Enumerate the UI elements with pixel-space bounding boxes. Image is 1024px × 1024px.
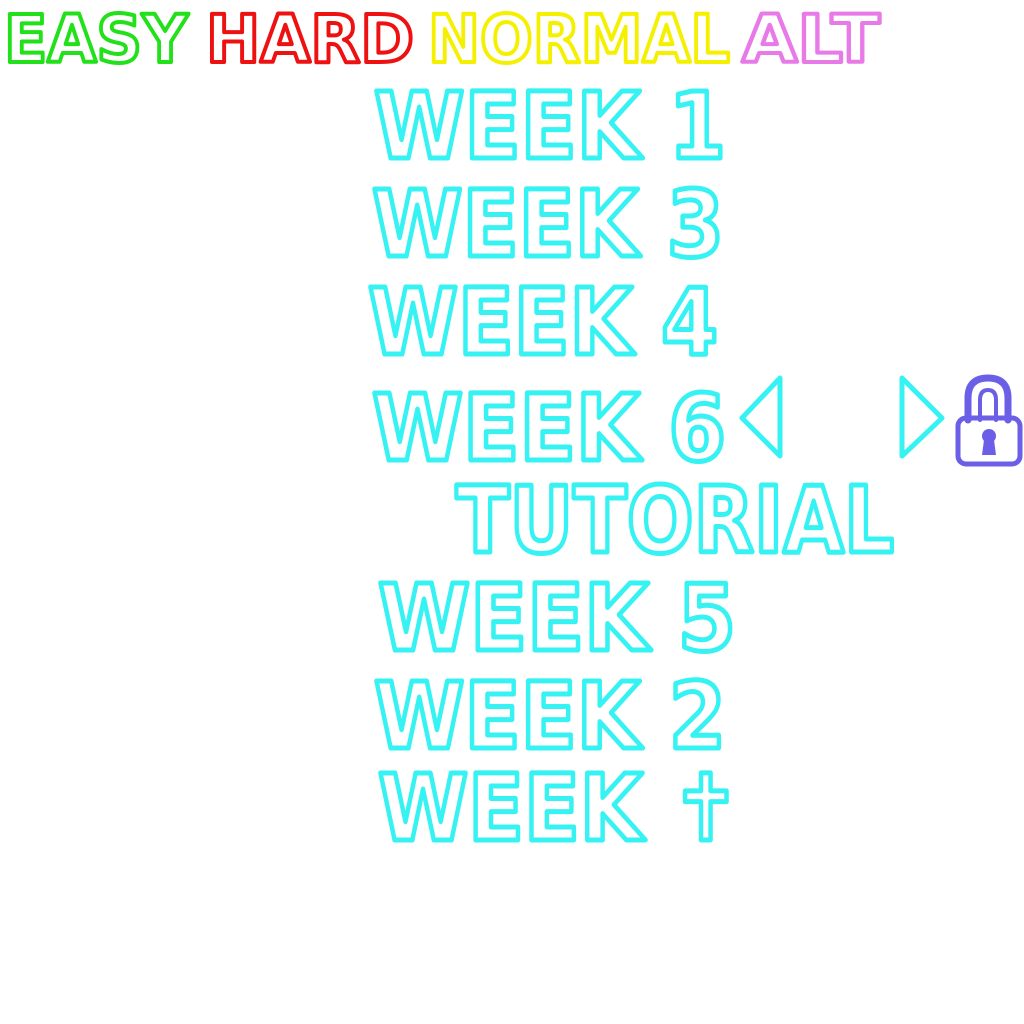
difficulty-easy[interactable]: EASY [2,0,191,80]
week-item-week-1[interactable]: WEEK 1 [372,71,729,183]
week-item-week-2[interactable]: WEEK 2 [372,661,729,773]
week-item-week-3[interactable]: WEEK 3 [370,169,727,281]
week-item-week-6[interactable]: WEEK 6 [370,373,729,485]
week-item-tutorial[interactable]: TUTORIAL [454,465,897,577]
lock-icon [955,374,1023,467]
right-arrow-icon[interactable] [899,375,945,459]
story-menu-canvas: EASY HARD NORMAL ALT WEEK 1 WEEK 3 WEEK … [2,0,1023,865]
week-list: WEEK 1 WEEK 3 WEEK 4 WEEK 6 TUTORIAL WEE… [366,71,897,865]
week-item-week-5[interactable]: WEEK 5 [376,563,739,675]
week-item-week-4[interactable]: WEEK 4 [366,267,721,379]
difficulty-bar: EASY HARD NORMAL ALT [2,0,882,80]
week-item-week-cross[interactable]: WEEK ✝ [376,753,743,865]
left-arrow-icon[interactable] [739,375,783,459]
difficulty-normal[interactable]: NORMAL [426,0,732,80]
difficulty-hard[interactable]: HARD [204,0,416,80]
difficulty-alt[interactable]: ALT [740,0,882,80]
